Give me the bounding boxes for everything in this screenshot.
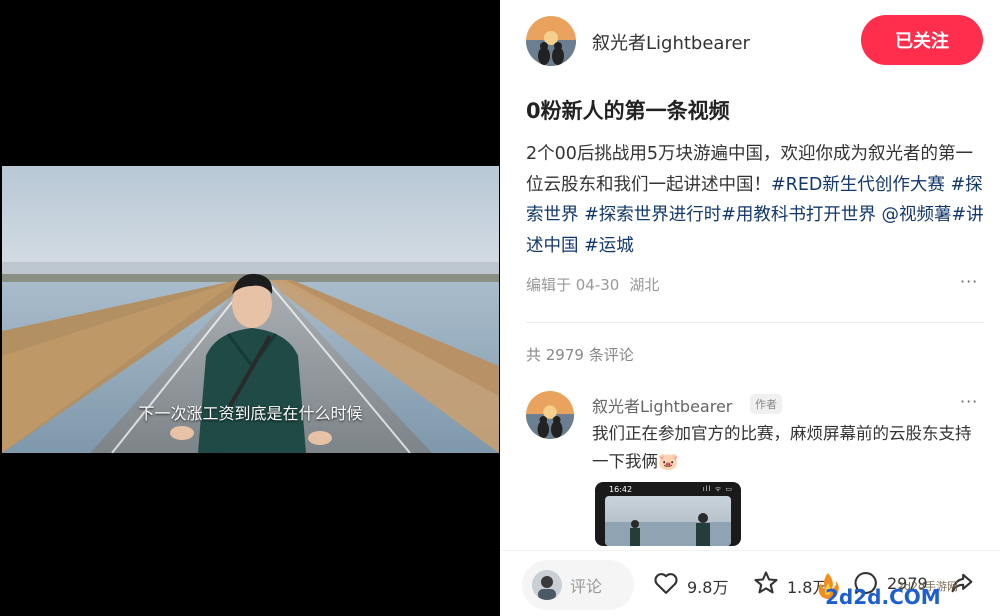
star-icon [754,571,778,594]
commenter-avatar[interactable] [526,391,574,439]
mention[interactable]: @视频薯 [882,205,952,225]
divider [526,322,984,323]
note-description: 2个00后挑战用5万块游遍中国，欢迎你成为叙光者的第一位云股东和我们一起讲述中国… [526,139,986,261]
comment-item: 叙光者Lightbearer 作者 ··· 我们正在参加官方的比赛，麻烦屏幕前的… [500,386,1000,546]
heart-icon [654,573,678,594]
hashtag[interactable]: #运城 [584,236,634,256]
comment-input[interactable]: 评论 [522,560,634,610]
edit-date: 编辑于 04-30 [526,276,620,294]
comment-count: 共 2979 条评论 [526,346,634,364]
note-meta: 编辑于 04-30 湖北 [526,274,659,295]
screenshot-preview [605,496,731,546]
comment-placeholder: 评论 [570,577,603,596]
video-player[interactable]: 下一次涨工资到底是在什么时候 [0,0,500,616]
like-count: 9.8万 [687,578,729,597]
screenshot-status-icons: ıll ᯤ ▭ [702,485,733,493]
comment-more-icon[interactable]: ··· [960,392,978,411]
author-avatar[interactable] [526,16,576,66]
video-frame[interactable]: 下一次涨工资到底是在什么时候 [2,166,499,453]
more-options-icon[interactable]: ··· [960,272,978,291]
site-watermark: 2d2d手游网 2d2d.COM [815,565,1000,616]
comment-image[interactable]: 16:42 ıll ᯤ ▭ [595,482,741,546]
follow-button[interactable]: 已关注 [861,15,983,65]
note-detail-panel: 叙光者Lightbearer 已关注 0粉新人的第一条视频 2个00后挑战用5万… [500,0,1000,616]
user-avatar [532,570,562,600]
author-name[interactable]: 叙光者Lightbearer [592,29,750,55]
hashtag[interactable]: #用教科书打开世界 [721,205,876,225]
watermark-logo: 2d2d.COM [825,585,941,609]
note-title: 0粉新人的第一条视频 [526,99,730,123]
comment-text: 我们正在参加官方的比赛，麻烦屏幕前的云股东支持一下我俩🐷 [592,424,972,471]
location: 湖北 [629,276,660,294]
hashtag[interactable]: #RED新生代创作大赛 [771,175,945,195]
hashtag[interactable]: #探索世界进行时 [584,205,721,225]
video-subtitle: 下一次涨工资到底是在什么时候 [138,404,363,423]
commenter-name[interactable]: 叙光者Lightbearer [592,393,732,417]
author-badge: 作者 [750,394,782,414]
author-bar: 叙光者Lightbearer 已关注 [500,0,1000,80]
screenshot-time: 16:42 [609,485,633,494]
